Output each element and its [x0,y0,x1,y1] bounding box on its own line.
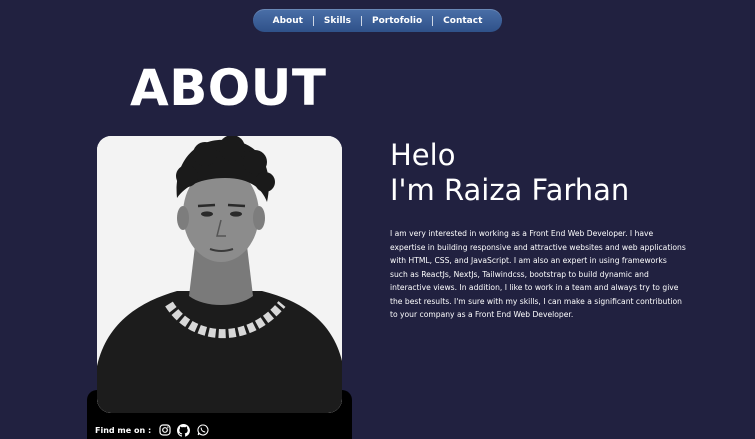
greeting-line-name: I'm Raiza Farhan [390,173,630,207]
top-nav: About Skills Portofolio Contact [253,9,502,32]
github-icon[interactable] [177,423,191,437]
greeting-heading: Helo I'm Raiza Farhan [390,138,629,208]
section-title: ABOUT [130,59,327,117]
nav-divider [432,15,434,26]
nav-contact-link[interactable]: Contact [443,16,482,26]
nav-portofolio-link[interactable]: Portofolio [372,16,422,26]
greeting-line-hello: Helo [390,138,456,172]
instagram-icon[interactable] [158,424,171,437]
nav-divider [361,15,363,26]
nav-about-link[interactable]: About [273,16,303,26]
find-me-row: Find me on : [95,422,215,438]
portrait-illustration [97,136,342,413]
nav-skills-link[interactable]: Skills [324,16,351,26]
nav-divider [312,15,314,26]
find-me-label: Find me on : [95,425,152,435]
bio-paragraph: I am very interested in working as a Fro… [390,229,686,319]
whatsapp-icon[interactable] [196,424,209,437]
profile-photo [97,136,342,413]
